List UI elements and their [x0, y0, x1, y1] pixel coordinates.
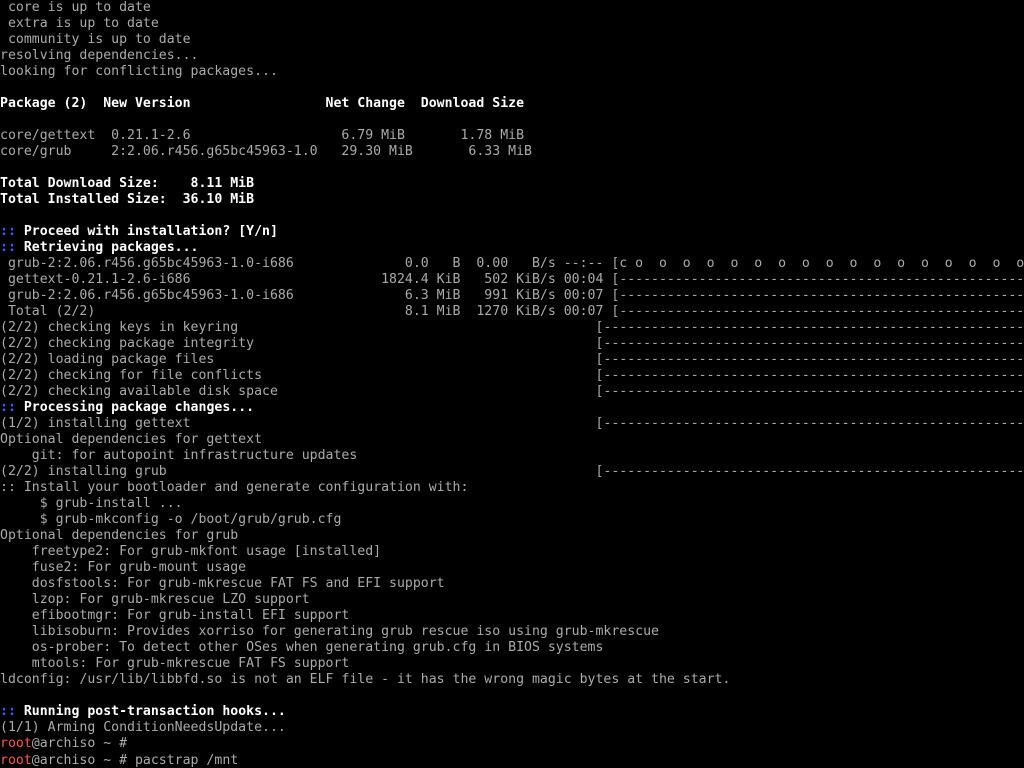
section-marker: ::	[0, 400, 24, 415]
terminal-text: looking for conflicting packages...	[0, 64, 278, 79]
terminal-line: :: Running post-transaction hooks...	[0, 704, 1024, 720]
terminal-text: Optional dependencies for gettext	[0, 432, 263, 447]
terminal-line: fuse2: For grub-mount usage	[0, 560, 1024, 576]
terminal-line: community is up to date	[0, 32, 1024, 48]
terminal-text: (1/2) installing gettext [--------------…	[0, 416, 1024, 431]
terminal-heading: Package (2) New Version Net Change Downl…	[0, 96, 525, 111]
terminal-text: core/gettext 0.21.1-2.6 6.79 MiB 1.78 Mi…	[0, 128, 525, 143]
terminal-line: Optional dependencies for gettext	[0, 432, 1024, 448]
terminal-text: (2/2) checking available disk space [---…	[0, 384, 1024, 399]
terminal-line: Package (2) New Version Net Change Downl…	[0, 96, 1024, 112]
terminal-line: grub-2:2.06.r456.g65bc45963-1.0-i686 0.0…	[0, 256, 1024, 272]
terminal-line: lzop: For grub-mkrescue LZO support	[0, 592, 1024, 608]
terminal-text: (2/2) checking for file conflicts [-----…	[0, 368, 1024, 383]
terminal-line: freetype2: For grub-mkfont usage [instal…	[0, 544, 1024, 560]
terminal-line: core/grub 2:2.06.r456.g65bc45963-1.0 29.…	[0, 144, 1024, 160]
terminal-line: os-prober: To detect other OSes when gen…	[0, 640, 1024, 656]
terminal-text: $ grub-install ...	[0, 496, 183, 511]
terminal-line: looking for conflicting packages...	[0, 64, 1024, 80]
terminal-text: $ grub-mkconfig -o /boot/grub/grub.cfg	[0, 512, 342, 527]
terminal-text: extra is up to date	[0, 16, 159, 31]
terminal-line: extra is up to date	[0, 16, 1024, 32]
terminal-heading: Total Download Size: 8.11 MiB	[0, 176, 255, 191]
terminal-text: (2/2) installing grub [-----------------…	[0, 464, 1024, 479]
terminal-line: root@archiso ~ #	[0, 736, 1024, 752]
terminal-text: git: for autopoint infrastructure update…	[0, 448, 358, 463]
terminal-text: dosfstools: For grub-mkrescue FAT FS and…	[0, 576, 445, 591]
terminal-line: Total Installed Size: 36.10 MiB	[0, 192, 1024, 208]
terminal-text: grub-2:2.06.r456.g65bc45963-1.0-i686 0.0…	[0, 256, 1024, 271]
terminal-heading: Proceed with installation? [Y/n]	[23, 224, 278, 239]
terminal-text: core is up to date	[0, 0, 151, 15]
terminal-heading: Processing package changes...	[23, 400, 255, 415]
terminal-line: $ grub-mkconfig -o /boot/grub/grub.cfg	[0, 512, 1024, 528]
terminal-text: Total (2/2) 8.1 MiB 1270 KiB/s 00:07 [--…	[0, 304, 1024, 319]
terminal-line: core is up to date	[0, 0, 1024, 16]
terminal-line: (2/2) installing grub [-----------------…	[0, 464, 1024, 480]
section-marker: ::	[0, 224, 24, 239]
terminal-text: :: Install your bootloader and generate …	[0, 480, 469, 495]
terminal-line: ldconfig: /usr/lib/libbfd.so is not an E…	[0, 672, 1024, 688]
terminal-line: (2/2) checking package integrity [------…	[0, 336, 1024, 352]
terminal-heading: Total Installed Size: 36.10 MiB	[0, 192, 255, 207]
terminal-line: grub-2:2.06.r456.g65bc45963-1.0-i686 6.3…	[0, 288, 1024, 304]
section-marker: ::	[0, 240, 24, 255]
terminal-line: :: Install your bootloader and generate …	[0, 480, 1024, 496]
terminal-text: (2/2) checking package integrity [------…	[0, 336, 1024, 351]
section-marker: ::	[0, 704, 24, 719]
terminal-line: libisoburn: Provides xorriso for generat…	[0, 624, 1024, 640]
terminal-text: resolving dependencies...	[0, 48, 199, 63]
terminal-line: :: Proceed with installation? [Y/n]	[0, 224, 1024, 240]
prompt-user: root	[0, 753, 32, 768]
command-input-line[interactable]: root@archiso ~ # pacstrap /mnt	[0, 752, 1024, 768]
terminal-line: mtools: For grub-mkrescue FAT FS support	[0, 656, 1024, 672]
terminal-text: (1/1) Arming ConditionNeedsUpdate...	[0, 720, 286, 735]
terminal-screen[interactable]: core is up to date extra is up to date c…	[0, 0, 1024, 768]
terminal-line: (2/2) checking available disk space [---…	[0, 384, 1024, 400]
terminal-text: gettext-0.21.1-2.6-i686 1824.4 KiB 502 K…	[0, 272, 1024, 287]
prompt-user: root	[0, 736, 32, 751]
terminal-line: core/gettext 0.21.1-2.6 6.79 MiB 1.78 Mi…	[0, 128, 1024, 144]
terminal-line: (2/2) loading package files [-----------…	[0, 352, 1024, 368]
terminal-line: :: Processing package changes...	[0, 400, 1024, 416]
terminal-text: Optional dependencies for grub	[0, 528, 239, 543]
terminal-line: git: for autopoint infrastructure update…	[0, 448, 1024, 464]
terminal-text: fuse2: For grub-mount usage	[0, 560, 247, 575]
terminal-line: :: Retrieving packages...	[0, 240, 1024, 256]
terminal-text: efibootmgr: For grub-install EFI support	[0, 608, 350, 623]
terminal-text: freetype2: For grub-mkfont usage [instal…	[0, 544, 382, 559]
terminal-heading: Running post-transaction hooks...	[23, 704, 286, 719]
terminal-text: (2/2) checking keys in keyring [--------…	[0, 320, 1024, 335]
terminal-text: lzop: For grub-mkrescue LZO support	[0, 592, 310, 607]
terminal-text: @archiso ~ # pacstrap /mnt	[31, 753, 239, 768]
terminal-text: libisoburn: Provides xorriso for generat…	[0, 624, 659, 639]
terminal-text: mtools: For grub-mkrescue FAT FS support	[0, 656, 350, 671]
terminal-line: efibootmgr: For grub-install EFI support	[0, 608, 1024, 624]
terminal-text: @archiso ~ #	[31, 736, 135, 751]
terminal-text: ldconfig: /usr/lib/libbfd.so is not an E…	[0, 672, 731, 687]
terminal-line: dosfstools: For grub-mkrescue FAT FS and…	[0, 576, 1024, 592]
terminal-line: (1/1) Arming ConditionNeedsUpdate...	[0, 720, 1024, 736]
terminal-heading: Retrieving packages...	[23, 240, 199, 255]
terminal-text: os-prober: To detect other OSes when gen…	[0, 640, 604, 655]
terminal-text: grub-2:2.06.r456.g65bc45963-1.0-i686 6.3…	[0, 288, 1024, 303]
terminal-line: Total Download Size: 8.11 MiB	[0, 176, 1024, 192]
terminal-line: $ grub-install ...	[0, 496, 1024, 512]
terminal-text: core/grub 2:2.06.r456.g65bc45963-1.0 29.…	[0, 144, 532, 159]
terminal-text: community is up to date	[0, 32, 191, 47]
terminal-line: Total (2/2) 8.1 MiB 1270 KiB/s 00:07 [--…	[0, 304, 1024, 320]
text-cursor	[238, 752, 246, 766]
terminal-line: (1/2) installing gettext [--------------…	[0, 416, 1024, 432]
terminal-line: gettext-0.21.1-2.6-i686 1824.4 KiB 502 K…	[0, 272, 1024, 288]
terminal-line: (2/2) checking keys in keyring [--------…	[0, 320, 1024, 336]
terminal-text: (2/2) loading package files [-----------…	[0, 352, 1024, 367]
terminal-line: (2/2) checking for file conflicts [-----…	[0, 368, 1024, 384]
terminal-line: resolving dependencies...	[0, 48, 1024, 64]
terminal-line: Optional dependencies for grub	[0, 528, 1024, 544]
